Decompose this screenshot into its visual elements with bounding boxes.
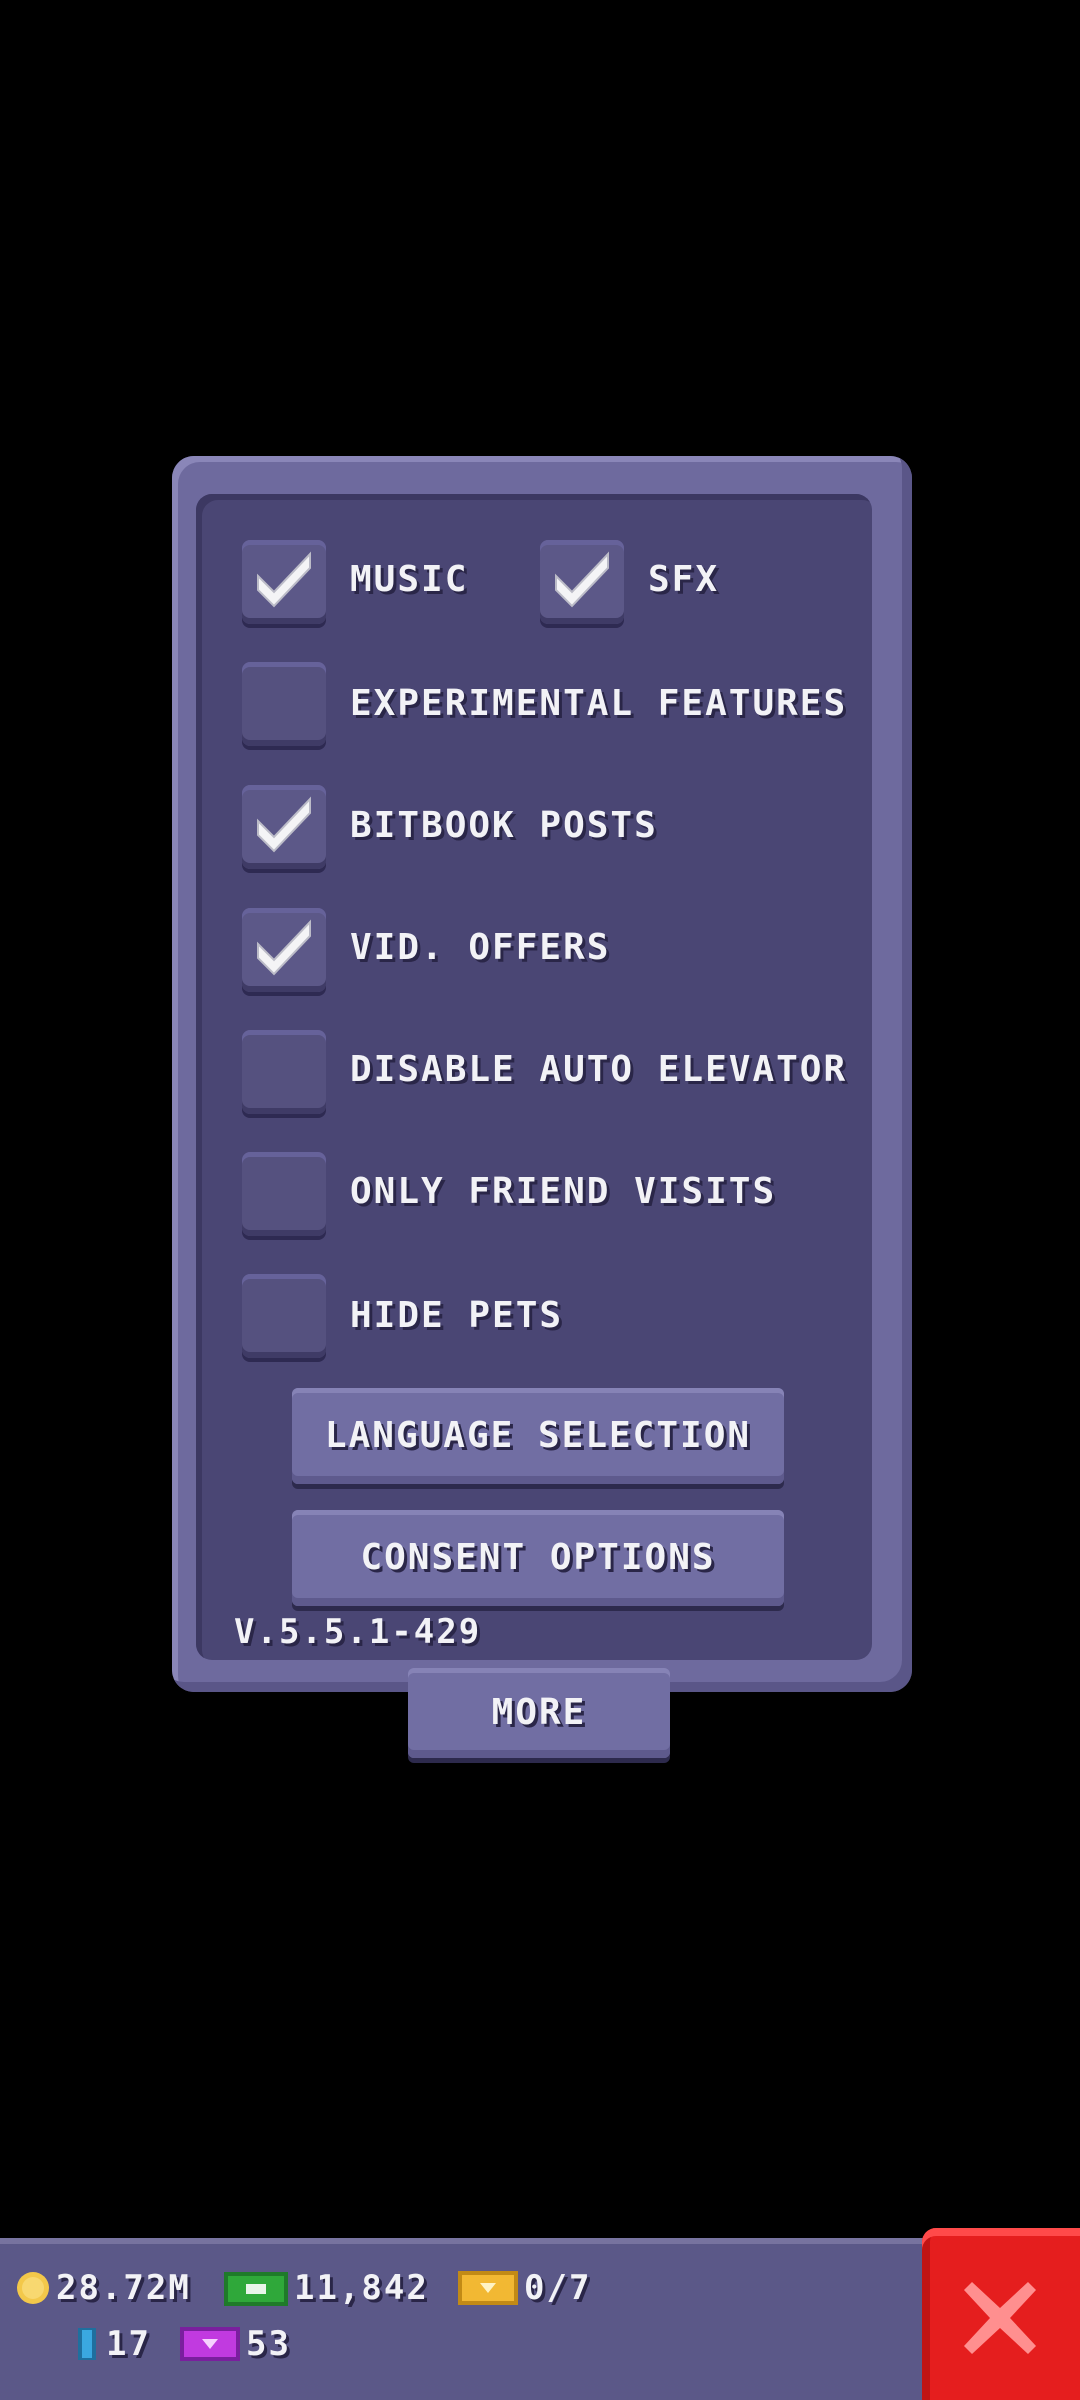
- sfx-label: SFX: [648, 559, 720, 600]
- consent-options-label: CONSENT OPTIONS: [360, 1537, 716, 1578]
- vip-value: 53: [246, 2324, 291, 2364]
- vid-offers-checkbox[interactable]: [242, 908, 326, 992]
- keys-stat: 17: [74, 2324, 151, 2364]
- vip-icon: [180, 2327, 240, 2361]
- consent-options-button[interactable]: CONSENT OPTIONS: [292, 1510, 784, 1606]
- language-selection-label: LANGUAGE SELECTION: [324, 1415, 752, 1456]
- bux-value: 11,842: [294, 2268, 429, 2308]
- keys-value: 17: [106, 2324, 151, 2364]
- tickets-value: 0/7: [524, 2268, 592, 2308]
- check-icon: [257, 919, 311, 976]
- close-button[interactable]: [922, 2228, 1080, 2400]
- only-friend-visits-checkbox[interactable]: [242, 1152, 326, 1236]
- bux-icon: [224, 2272, 288, 2306]
- bitbook-posts-checkbox[interactable]: [242, 785, 326, 869]
- check-icon: [257, 551, 311, 608]
- only-friend-visits-label: ONLY FRIEND VISITS: [350, 1171, 777, 1212]
- hide-pets-label: HIDE PETS: [350, 1295, 564, 1336]
- hide-pets-checkbox[interactable]: [242, 1274, 326, 1358]
- vip-stat: 53: [180, 2324, 291, 2364]
- status-bar: [0, 2238, 930, 2400]
- sfx-checkbox[interactable]: [540, 540, 624, 624]
- language-selection-button[interactable]: LANGUAGE SELECTION: [292, 1388, 784, 1484]
- experimental-features-label: EXPERIMENTAL FEATURES: [350, 683, 848, 724]
- check-icon: [257, 796, 311, 853]
- bux-stat: 11,842: [224, 2268, 429, 2308]
- coin-icon: [17, 2272, 49, 2304]
- disable-auto-elevator-label: DISABLE AUTO ELEVATOR: [350, 1049, 848, 1090]
- coins-value: 28.72M: [56, 2268, 191, 2308]
- disable-auto-elevator-checkbox[interactable]: [242, 1030, 326, 1114]
- music-checkbox[interactable]: [242, 540, 326, 624]
- more-label: MORE: [491, 1692, 587, 1733]
- music-label: MUSIC: [350, 559, 469, 600]
- ticket-icon: [458, 2271, 518, 2305]
- close-icon: [964, 2282, 1036, 2354]
- coins-stat: 28.72M: [16, 2268, 191, 2308]
- tickets-stat: 0/7: [458, 2268, 591, 2308]
- bitbook-posts-label: BITBOOK POSTS: [350, 805, 658, 846]
- vid-offers-label: VID. OFFERS: [350, 927, 611, 968]
- experimental-features-checkbox[interactable]: [242, 662, 326, 746]
- more-button[interactable]: MORE: [408, 1668, 670, 1758]
- check-icon: [555, 551, 609, 608]
- key-icon: [78, 2328, 96, 2360]
- version-text: V.5.5.1-429: [234, 1612, 482, 1652]
